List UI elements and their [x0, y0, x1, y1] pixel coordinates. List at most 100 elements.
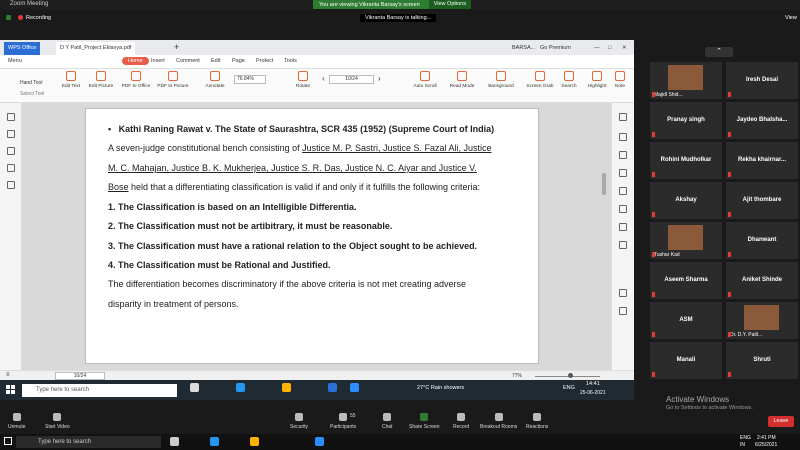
status-page-input[interactable]: 10/24 [55, 372, 105, 380]
start-video-button[interactable]: Start Video [45, 413, 70, 430]
page-number-input[interactable]: 10/24 [329, 75, 374, 84]
status-zoom[interactable]: 77% [512, 373, 522, 379]
account-name[interactable]: BARSA... [508, 42, 539, 55]
share-screen-button[interactable]: Share Screen [409, 413, 440, 430]
document-area[interactable]: • Kathi Raning Rawat v. The State of Sau… [22, 103, 611, 373]
highlight-button[interactable]: Highlight [582, 71, 612, 89]
participant-tile[interactable]: Aseem Sharma [650, 262, 722, 299]
collapse-icon[interactable] [619, 113, 627, 121]
split-icon[interactable] [619, 205, 627, 213]
participant-tile[interactable]: Ajit thombare [726, 182, 798, 219]
edge-icon[interactable] [236, 383, 245, 392]
participant-tile[interactable]: Shruti [726, 342, 798, 379]
pdf-to-office-button[interactable]: PDF to Office [121, 71, 151, 89]
breakout-rooms-button[interactable]: Breakout Rooms [480, 413, 517, 430]
tab-protect[interactable]: Protect [256, 58, 273, 64]
auto-scroll-button[interactable]: Auto Scroll [410, 71, 440, 89]
wps-taskbar-icon[interactable] [328, 383, 337, 392]
participant-tile[interactable]: Jaydeo Bhalsha... [726, 102, 798, 139]
vertical-scrollbar[interactable] [602, 173, 606, 195]
os-search-box[interactable]: Type here to search [16, 436, 161, 448]
tab-tools[interactable]: Tools [284, 58, 297, 64]
rotate-button[interactable]: Rotate [288, 71, 318, 89]
pdf-to-picture-button[interactable]: PDF to Picture [157, 71, 189, 89]
tab-edit[interactable]: Edit [211, 58, 220, 64]
edit-picture-button[interactable]: Edit Picture [86, 71, 116, 89]
prev-page-icon[interactable]: ‹ [322, 74, 325, 83]
tab-pdf-document[interactable]: D Y Patil_Project Eklavya.pdf [56, 42, 136, 55]
leave-button[interactable]: Leave [768, 416, 794, 427]
shared-windows-taskbar: Type here to search 27°C Rain showers EN… [0, 380, 634, 400]
participant-tile[interactable]: Akshay [650, 182, 722, 219]
tab-wps-office[interactable]: WPS Office [4, 42, 41, 55]
print-icon[interactable] [619, 289, 627, 297]
os-task-view-icon[interactable] [170, 437, 179, 446]
sign-icon[interactable] [619, 223, 627, 231]
participant-tile[interactable]: ASM [650, 302, 722, 339]
view-button[interactable]: View [785, 15, 797, 21]
participant-tile[interactable]: Rohini Mudholkar [650, 142, 722, 179]
minimize-icon[interactable]: — [590, 42, 604, 55]
edit-icon[interactable] [619, 151, 627, 159]
edit-text-button[interactable]: Edit Text [56, 71, 86, 89]
file-explorer-icon[interactable] [282, 383, 291, 392]
search-button[interactable]: Search [554, 71, 584, 89]
participant-tile[interactable]: Dhanwant [726, 222, 798, 259]
maximize-icon[interactable]: □ [604, 42, 615, 55]
windows-start-icon[interactable] [6, 385, 15, 394]
tab-insert[interactable]: Insert [151, 58, 165, 64]
participant-tile[interactable]: Aniket Shinde [726, 262, 798, 299]
bookmark-icon[interactable] [7, 113, 15, 121]
participant-tile[interactable]: Tushar Kad [650, 222, 722, 259]
background-button[interactable]: Background [486, 71, 516, 89]
layers-icon[interactable] [7, 164, 15, 172]
close-icon[interactable]: ✕ [618, 42, 631, 55]
chat-button[interactable]: Chat [382, 413, 393, 430]
view-options-button[interactable]: View Options [428, 0, 471, 9]
zoom-slider-handle[interactable] [568, 373, 573, 378]
os-start-icon[interactable] [4, 437, 12, 445]
tab-comment[interactable]: Comment [176, 58, 200, 64]
merge-icon[interactable] [619, 187, 627, 195]
export-icon[interactable] [619, 307, 627, 315]
participant-tile[interactable]: Dr. D.Y. Patil... [726, 302, 798, 339]
zoom-level-input[interactable]: 76.84% [234, 75, 266, 84]
task-view-icon[interactable] [190, 383, 199, 392]
read-mode-button[interactable]: Read Mode [447, 71, 477, 89]
comment-icon[interactable] [7, 181, 15, 189]
security-button[interactable]: Security [290, 413, 308, 430]
os-edge-icon[interactable] [210, 437, 219, 446]
screen-grab-button[interactable]: Screen Grab [525, 71, 555, 89]
os-zoom-icon[interactable] [315, 437, 324, 446]
participant-tile[interactable]: Manali [650, 342, 722, 379]
os-file-explorer-icon[interactable] [250, 437, 259, 446]
weather-widget[interactable]: 27°C Rain showers [417, 385, 464, 391]
hand-tool-button[interactable]: Hand Tool [20, 80, 42, 86]
participant-tile[interactable]: Pranay singh [650, 102, 722, 139]
shared-search-box[interactable]: Type here to search [22, 384, 177, 397]
tab-page[interactable]: Page [232, 58, 245, 64]
thumbnail-icon[interactable] [7, 130, 15, 138]
next-page-icon[interactable]: › [378, 74, 381, 83]
doc-line-3: Bose held that a differentiating classif… [108, 182, 480, 192]
zoom-taskbar-icon[interactable] [350, 383, 359, 392]
select-tool-button[interactable]: Select Tool [20, 91, 44, 97]
participant-tile[interactable]: Rekha khairnar... [726, 142, 798, 179]
participant-tile[interactable]: Iresh Desai [726, 62, 798, 99]
record-button[interactable]: Record [453, 413, 469, 430]
share-icon[interactable] [619, 241, 627, 249]
unmute-label: Unmute [8, 424, 26, 430]
attachment-icon[interactable] [7, 147, 15, 155]
annotate-button[interactable]: Annotate [200, 71, 230, 89]
convert-icon[interactable] [619, 133, 627, 141]
participant-tile[interactable]: Majidl Shid... [650, 62, 722, 99]
menu-button[interactable]: Menu [8, 58, 22, 64]
go-premium-button[interactable]: Go Premium [536, 42, 575, 55]
compress-icon[interactable] [619, 169, 627, 177]
sidebar-toggle-icon[interactable]: ≡ [6, 372, 10, 378]
reactions-button[interactable]: Reactions [526, 413, 548, 430]
unmute-button[interactable]: Unmute [8, 413, 26, 430]
new-tab-button[interactable]: + [170, 42, 183, 55]
note-button[interactable]: Note [610, 71, 630, 89]
tab-home[interactable]: Home [122, 57, 149, 65]
